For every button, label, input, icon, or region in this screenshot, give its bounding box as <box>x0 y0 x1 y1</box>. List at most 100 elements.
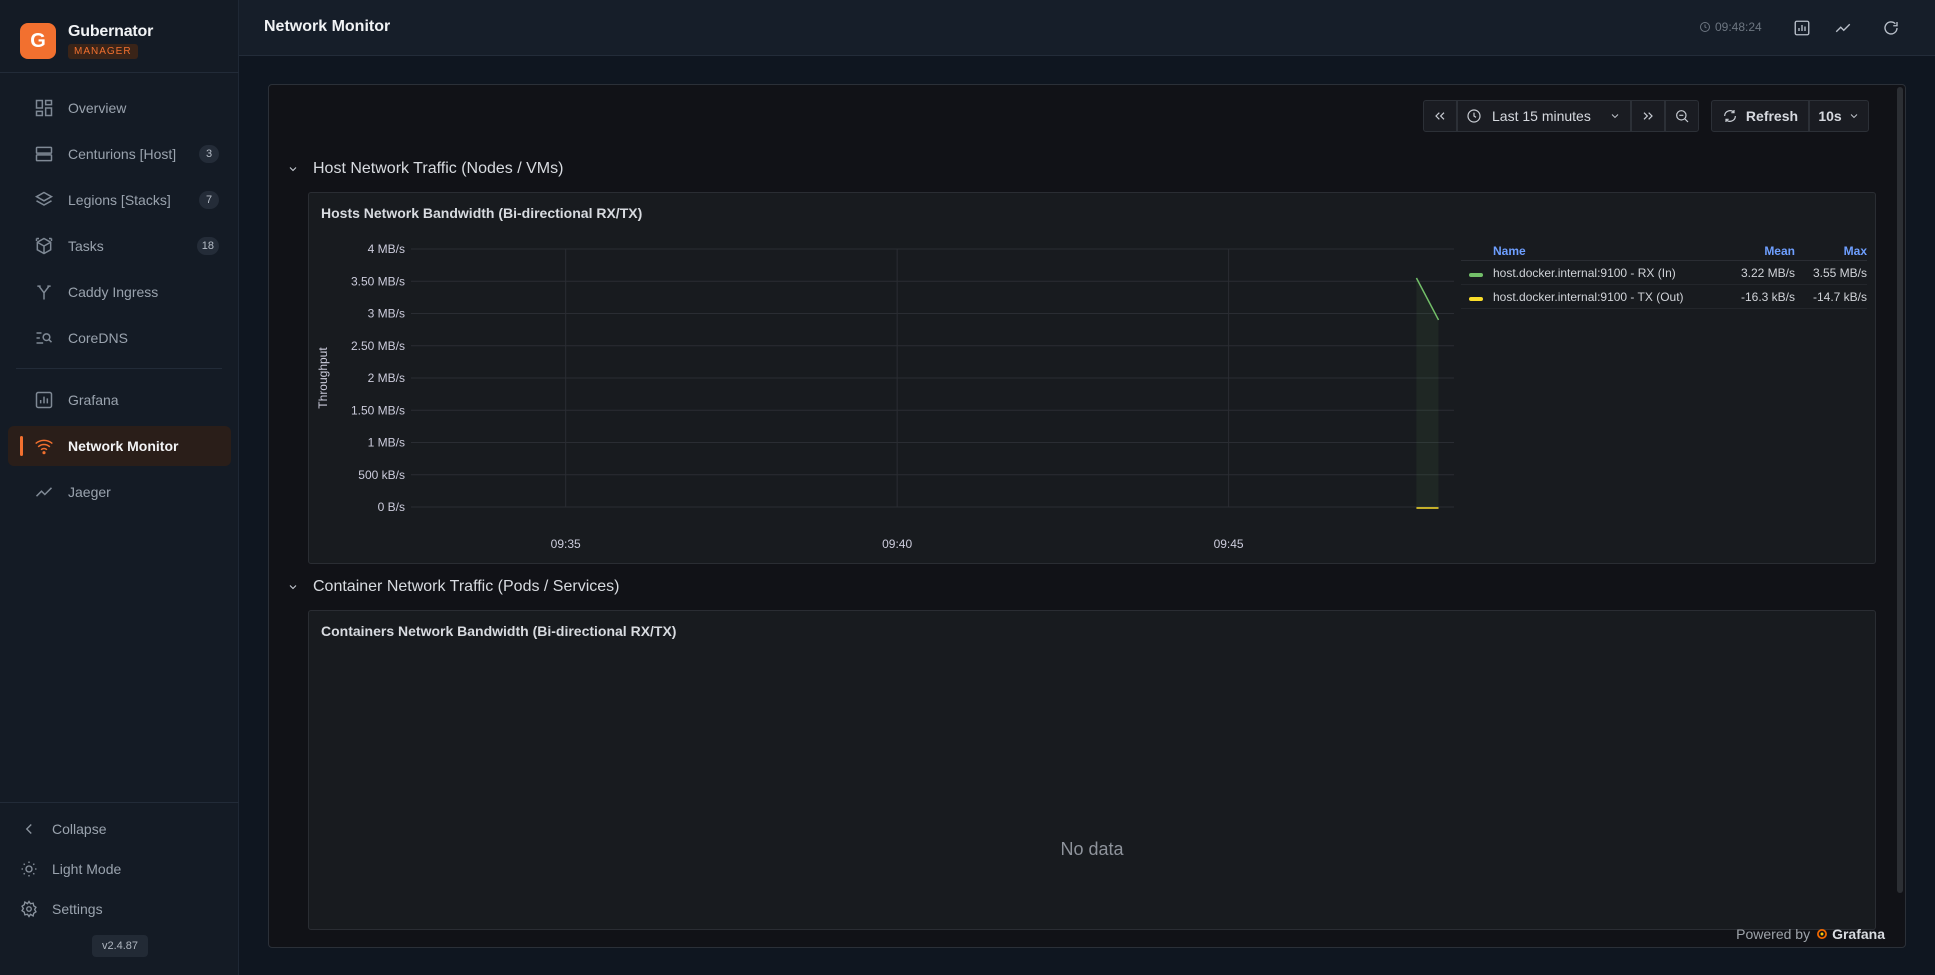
brand-logo: G <box>20 23 56 59</box>
sidebar-divider <box>0 72 239 73</box>
sidebar-item-label: Jaeger <box>68 484 111 500</box>
page-title: Network Monitor <box>264 18 391 35</box>
light-mode-button[interactable]: Light Mode <box>20 857 121 881</box>
y-tick-label: 500 kB/s <box>358 468 405 482</box>
dns-search-icon <box>34 328 54 348</box>
refresh-label: Refresh <box>1745 108 1799 124</box>
bar-chart-icon <box>1794 20 1810 36</box>
brand[interactable]: G Gubernator MANAGER <box>20 21 153 61</box>
chevron-down-icon <box>1611 114 1619 119</box>
clock-icon <box>1467 109 1481 123</box>
legend-series-name: host.docker.internal:9100 - TX (Out) <box>1493 289 1684 304</box>
sidebar-item-caddy-ingress[interactable]: Caddy Ingress <box>8 272 231 312</box>
y-tick-label: 4 MB/s <box>368 242 405 256</box>
legend-header: Name Mean Max <box>1461 241 1867 261</box>
sidebar-item-coredns[interactable]: CoreDNS <box>8 318 231 358</box>
y-tick-label: 2 MB/s <box>368 371 405 385</box>
powered-by: Powered by Grafana <box>1736 926 1885 942</box>
sidebar-item-jaeger[interactable]: Jaeger <box>8 472 231 512</box>
jaeger-button[interactable] <box>1831 16 1855 40</box>
refresh-interval-label: 10s <box>1818 108 1842 124</box>
chevron-down-icon <box>1850 114 1857 119</box>
chevron-left-icon <box>20 820 38 838</box>
sidebar-item-label: Grafana <box>68 392 119 408</box>
legend-header-mean[interactable]: Mean <box>1721 244 1795 258</box>
version-badge: v2.4.87 <box>92 935 148 957</box>
legend-swatch <box>1469 296 1483 301</box>
sidebar-divider <box>0 802 239 803</box>
light-mode-label: Light Mode <box>52 861 122 877</box>
scrollbar[interactable] <box>1897 87 1903 893</box>
dashboard-icon <box>34 98 54 118</box>
chevrons-right-icon <box>1643 112 1653 120</box>
grafana-embed: Last 15 minutes Refresh 10s Host Network… <box>268 84 1906 948</box>
zoom-out-icon <box>1676 110 1689 123</box>
y-tick-label: 1 MB/s <box>368 436 405 450</box>
y-tick-label: 3.50 MB/s <box>351 274 405 288</box>
refresh-button[interactable]: Refresh <box>1711 100 1809 132</box>
server-icon <box>34 144 54 164</box>
grafana-chart-icon <box>34 390 54 410</box>
sidebar-item-overview[interactable]: Overview <box>8 88 231 128</box>
count-badge: 18 <box>196 237 219 255</box>
legend-mean: 3.22 MB/s <box>1740 265 1795 280</box>
sidebar-item-legions[interactable]: Legions [Stacks] 7 <box>8 180 231 220</box>
sidebar-item-label: Caddy Ingress <box>68 284 159 300</box>
time-shift-forward-button[interactable] <box>1631 100 1665 132</box>
chevron-down-icon <box>287 163 301 175</box>
activity-icon <box>34 482 54 502</box>
legend-max: 3.55 MB/s <box>1812 265 1867 280</box>
containers-bandwidth-panel: Containers Network Bandwidth (Bi-directi… <box>308 610 1876 930</box>
y-tick-label: 0 B/s <box>378 500 405 514</box>
grafana-logo-icon <box>1817 929 1828 939</box>
count-badge: 3 <box>199 145 219 163</box>
sun-icon <box>20 860 38 878</box>
row-container-network[interactable]: Container Network Traffic (Pods / Servic… <box>287 578 619 596</box>
powered-by-brand: Grafana <box>1832 926 1885 942</box>
sidebar-item-label: Centurions [Host] <box>68 146 177 162</box>
sync-icon <box>1723 110 1736 122</box>
time-range-label: Last 15 minutes <box>1492 108 1591 124</box>
wifi-icon <box>34 436 54 456</box>
chart-legend: Name Mean Max host.docker.internal:9100 … <box>1461 241 1867 309</box>
sidebar-item-label: CoreDNS <box>68 330 128 346</box>
sidebar-item-label: Overview <box>68 100 127 116</box>
sidebar-item-network-monitor[interactable]: Network Monitor <box>8 426 231 466</box>
zoom-out-button[interactable] <box>1665 100 1699 132</box>
bandwidth-chart: 0 B/s 500 kB/s 1 MB/s 1.50 MB/s 2 MB/s 2.50 M… <box>316 242 1454 551</box>
time-shift-back-button[interactable] <box>1423 100 1457 132</box>
gear-icon <box>20 900 38 918</box>
sidebar-item-label: Legions [Stacks] <box>68 192 171 208</box>
y-tick-label: 1.50 MB/s <box>351 403 405 417</box>
refresh-icon <box>1884 21 1898 35</box>
layers-icon <box>34 190 54 210</box>
reload-button[interactable] <box>1879 16 1903 40</box>
settings-button[interactable]: Settings <box>20 897 103 921</box>
time-range-picker[interactable]: Last 15 minutes <box>1457 100 1631 132</box>
panel-title[interactable]: Containers Network Bandwidth (Bi-directi… <box>321 623 676 639</box>
clock-icon <box>1700 22 1710 32</box>
brand-name: Gubernator <box>68 23 154 40</box>
grafana-button[interactable] <box>1790 16 1814 40</box>
legend-header-name[interactable]: Name <box>1493 244 1721 258</box>
sidebar: G Gubernator MANAGER Overview Centurions… <box>0 0 239 975</box>
count-badge: 7 <box>199 191 219 209</box>
hosts-bandwidth-panel: Hosts Network Bandwidth (Bi-directional … <box>308 192 1876 564</box>
chevron-down-icon <box>287 581 301 593</box>
legend-row[interactable]: host.docker.internal:9100 - RX (In) 3.22… <box>1461 261 1867 285</box>
row-host-network[interactable]: Host Network Traffic (Nodes / VMs) <box>287 160 563 178</box>
legend-row[interactable]: host.docker.internal:9100 - TX (Out) -16… <box>1461 285 1867 309</box>
sidebar-item-label: Tasks <box>68 238 104 254</box>
sidebar-item-grafana[interactable]: Grafana <box>8 380 231 420</box>
collapse-button[interactable]: Collapse <box>20 817 106 841</box>
sidebar-item-centurions[interactable]: Centurions [Host] 3 <box>8 134 231 174</box>
activity-icon <box>1835 23 1851 33</box>
no-data-message: No data <box>1060 839 1124 859</box>
top-bar: Network Monitor 09:48:24 <box>239 0 1935 56</box>
brand-badge: MANAGER <box>68 44 138 59</box>
refresh-interval-picker[interactable]: 10s <box>1809 100 1869 132</box>
sidebar-item-tasks[interactable]: Tasks 18 <box>8 226 231 266</box>
time-picker-group: Last 15 minutes <box>1423 100 1699 132</box>
legend-max: -14.7 kB/s <box>1812 289 1867 304</box>
legend-header-max[interactable]: Max <box>1795 244 1867 258</box>
